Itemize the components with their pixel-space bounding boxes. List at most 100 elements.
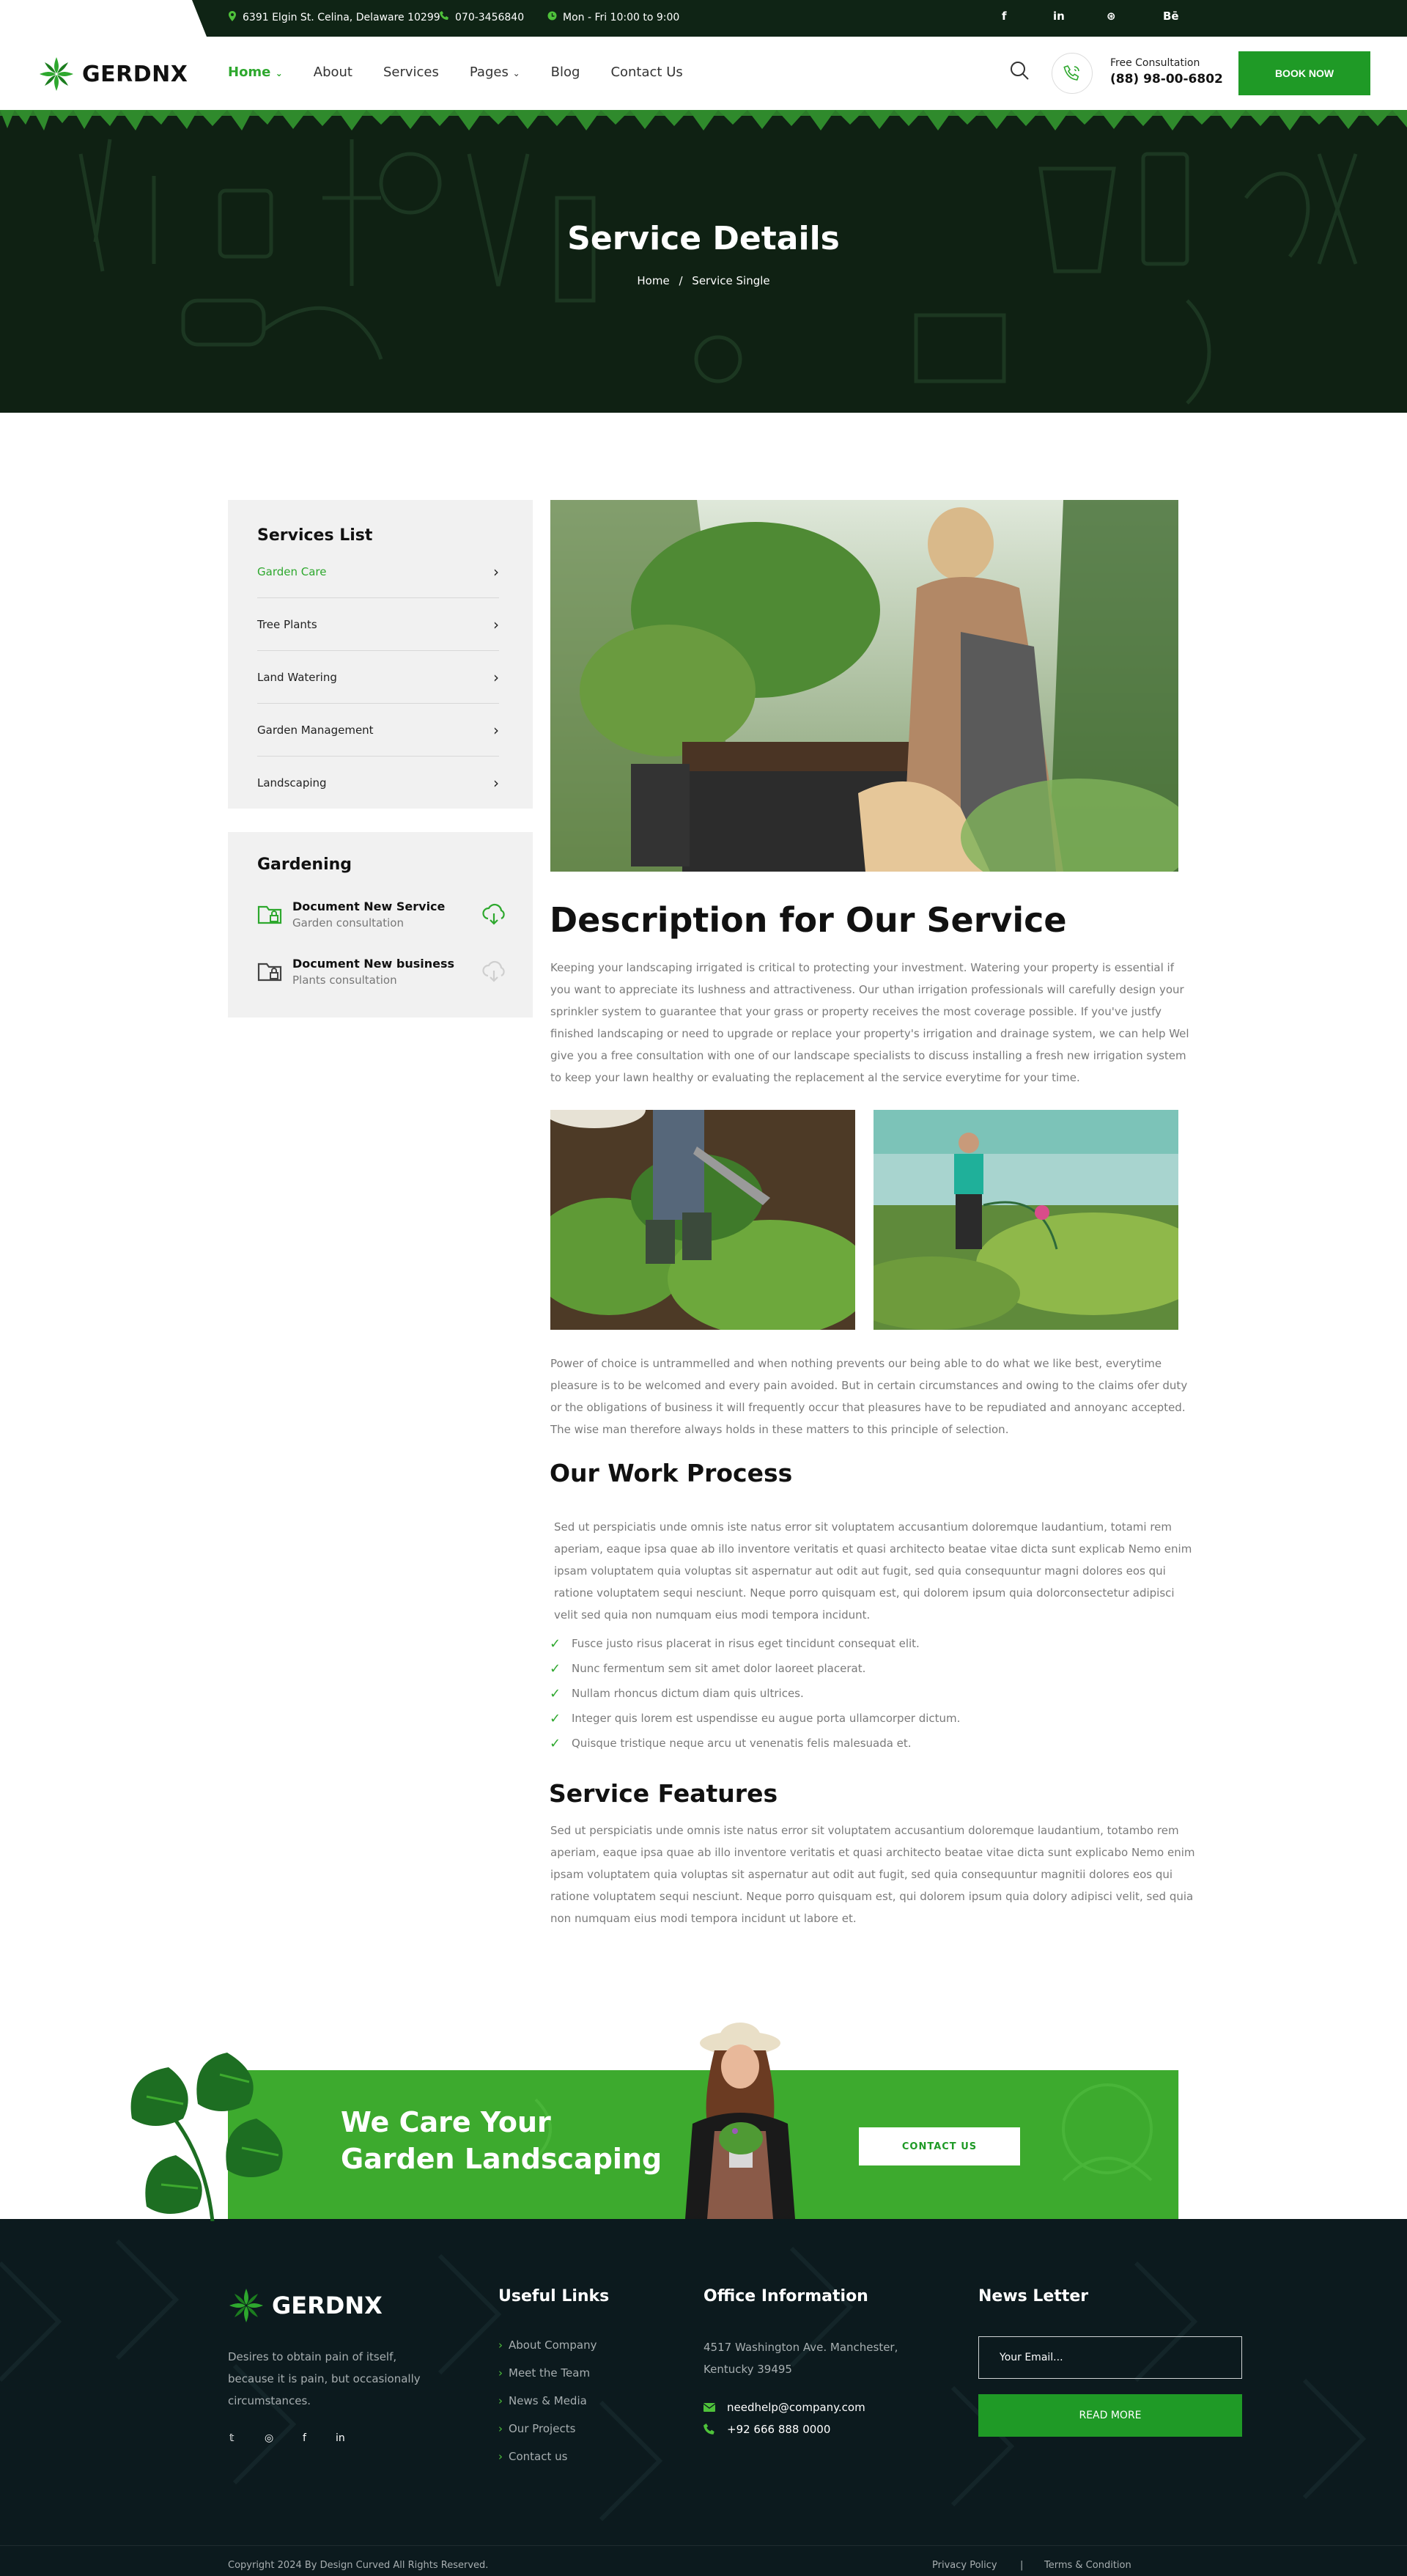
dribbble-icon[interactable]: ⊛ (1107, 10, 1116, 23)
service-item-label: Tree Plants (257, 617, 317, 631)
process-line: aperiam, eaque ipsa quae ab illo invento… (554, 1542, 1192, 1556)
document-title: Document New Service (292, 899, 446, 913)
chevron-right-icon: › (493, 668, 499, 686)
nav-about[interactable]: About (314, 65, 352, 80)
nav-home[interactable]: Home ⌄ (228, 65, 283, 80)
features-line: Sed ut perspiciatis unde omnis iste natu… (550, 1824, 1179, 1837)
service-features-text: Sed ut perspiciatis unde omnis iste natu… (550, 1819, 1195, 1929)
twitter-icon[interactable]: 𝕥 (229, 2432, 234, 2444)
linkedin-icon[interactable]: in (1053, 10, 1065, 23)
nav-blog[interactable]: Blog (551, 65, 580, 80)
chevron-right-icon: › (498, 2366, 503, 2380)
footer-link-label: Contact us (509, 2450, 568, 2463)
facebook-icon[interactable]: f (1002, 10, 1007, 23)
folder-lock-icon (257, 905, 282, 924)
topbar-address-text: 6391 Elgin St. Celina, Delaware 10299 (243, 12, 440, 23)
choice-line: Power of choice is untrammelled and when… (550, 1357, 1162, 1370)
breadcrumb-home[interactable]: Home (637, 274, 669, 287)
service-item-label: Garden Care (257, 564, 327, 578)
footer-about-line: circumstances. (228, 2394, 311, 2407)
linkedin-icon[interactable]: in (336, 2432, 345, 2444)
free-consultation: Free Consultation (88) 98-00-6802 (1110, 57, 1223, 87)
gardening-title: Gardening (257, 855, 352, 874)
document-item[interactable]: Document New business Plants consultatio… (257, 957, 506, 987)
office-email-text: needhelp@company.com (727, 2401, 865, 2414)
newsletter-email-input[interactable] (978, 2336, 1242, 2379)
breadcrumb-separator: / (679, 274, 683, 287)
footer-link[interactable]: › About Company (498, 2338, 597, 2352)
footer-about-line: Desires to obtain pain of itself, (228, 2350, 397, 2363)
description-text: Keeping your landscaping irrigated is cr… (550, 957, 1189, 1089)
nav-contact[interactable]: Contact Us (610, 65, 682, 80)
footer-link[interactable]: › Our Projects (498, 2422, 575, 2435)
description-line: give you a free consultation with one of… (550, 1049, 1186, 1062)
checklist-text: Fusce justo risus placerat in risus eget… (572, 1637, 920, 1650)
newsletter-read-more-button[interactable]: READ MORE (978, 2394, 1242, 2437)
main-nav: Home ⌄ About Services Pages ⌄ Blog Conta… (228, 65, 714, 80)
download-icon[interactable] (481, 960, 506, 985)
terms-link[interactable]: Terms & Condition (1044, 2560, 1131, 2571)
cta-heading: We Care Your Garden Landscaping (341, 2104, 662, 2177)
consult-phone[interactable]: (88) 98-00-6802 (1110, 72, 1223, 87)
check-icon: ✓ (550, 1735, 561, 1751)
document-item[interactable]: Document New Service Garden consultation (257, 899, 506, 930)
office-address: 4517 Washington Ave. Manchester, Kentuck… (704, 2336, 898, 2380)
office-phone[interactable]: +92 666 888 0000 (704, 2423, 830, 2436)
email-icon (704, 2403, 715, 2412)
service-item-label: Land Watering (257, 670, 337, 684)
service-item-land-watering[interactable]: Land Watering › (257, 651, 499, 704)
nav-pages[interactable]: Pages ⌄ (470, 65, 520, 80)
book-now-button[interactable]: BOOK NOW (1238, 51, 1370, 95)
service-item-garden-care[interactable]: Garden Care › (257, 545, 499, 598)
service-item-tree-plants[interactable]: Tree Plants › (257, 598, 499, 651)
nav-services[interactable]: Services (383, 65, 439, 80)
search-icon (1011, 62, 1029, 80)
privacy-policy-link[interactable]: Privacy Policy (932, 2560, 997, 2571)
cta-heading-line: We Care Your (341, 2106, 551, 2138)
footer-link[interactable]: › Contact us (498, 2450, 567, 2463)
chevron-right-icon: › (493, 721, 499, 739)
features-line: ipsam voluptatem quia voluptas sit asper… (550, 1868, 1173, 1881)
service-item-label: Garden Management (257, 723, 374, 737)
breadcrumb-current: Service Single (692, 274, 770, 287)
service-item-landscaping[interactable]: Landscaping › (257, 757, 499, 809)
useful-links-heading: Useful Links (498, 2287, 610, 2305)
features-line: non numquam eius modi tempora incidunt u… (550, 1912, 857, 1925)
choice-text: Power of choice is untrammelled and when… (550, 1353, 1187, 1440)
contact-us-button[interactable]: CONTACT US (859, 2127, 1020, 2165)
instagram-icon[interactable]: ◎ (265, 2432, 273, 2444)
process-line: ipsam voluptatem quia voluptas sit asper… (554, 1564, 1166, 1578)
cta-heading-line: Garden Landscaping (341, 2143, 662, 2175)
footer-logo-text: GERDNX (272, 2292, 383, 2319)
check-icon: ✓ (550, 1685, 561, 1701)
office-address-line: Kentucky 39495 (704, 2363, 792, 2376)
office-email[interactable]: needhelp@company.com (704, 2401, 865, 2414)
footer-divider: | (1020, 2560, 1024, 2571)
chevron-right-icon: › (498, 2338, 503, 2352)
search-button[interactable] (1008, 59, 1035, 86)
footer-logo[interactable]: GERDNX (228, 2287, 383, 2324)
chevron-right-icon: › (498, 2422, 503, 2435)
office-info-heading: Office Information (704, 2287, 868, 2305)
topbar-phone-text: 070-3456840 (455, 11, 525, 23)
choice-line: pleasure is to be welcomed and every pai… (550, 1379, 1188, 1392)
service-item-garden-management[interactable]: Garden Management › (257, 704, 499, 757)
behance-icon[interactable]: Bē (1163, 10, 1179, 23)
process-line: ratione voluptatem sequi nesciunt. Neque… (554, 1586, 1175, 1600)
footer-link[interactable]: › News & Media (498, 2394, 587, 2407)
process-checklist: ✓ Fusce justo risus placerat in risus ege… (550, 1631, 960, 1756)
download-icon[interactable] (481, 902, 506, 927)
checklist-text: Integer quis lorem est uspendisse eu aug… (572, 1712, 961, 1725)
site-logo[interactable]: GERDNX (38, 56, 188, 92)
work-process-heading: Our Work Process (550, 1459, 793, 1487)
office-address-line: 4517 Washington Ave. Manchester, (704, 2341, 898, 2354)
leaf-logo-icon (40, 57, 73, 91)
checklist-item: ✓ Nullam rhoncus dictum diam quis ultrice… (550, 1681, 960, 1706)
facebook-icon[interactable]: f (303, 2432, 306, 2444)
topbar-phone[interactable]: 070-3456840 (440, 11, 524, 23)
services-list-panel: Services List Garden Care › Tree Plants … (228, 500, 533, 809)
call-button[interactable] (1052, 53, 1093, 94)
nav-home-label: Home (228, 65, 271, 80)
footer-link[interactable]: › Meet the Team (498, 2366, 590, 2380)
checklist-text: Nullam rhoncus dictum diam quis ultrices… (572, 1687, 804, 1700)
